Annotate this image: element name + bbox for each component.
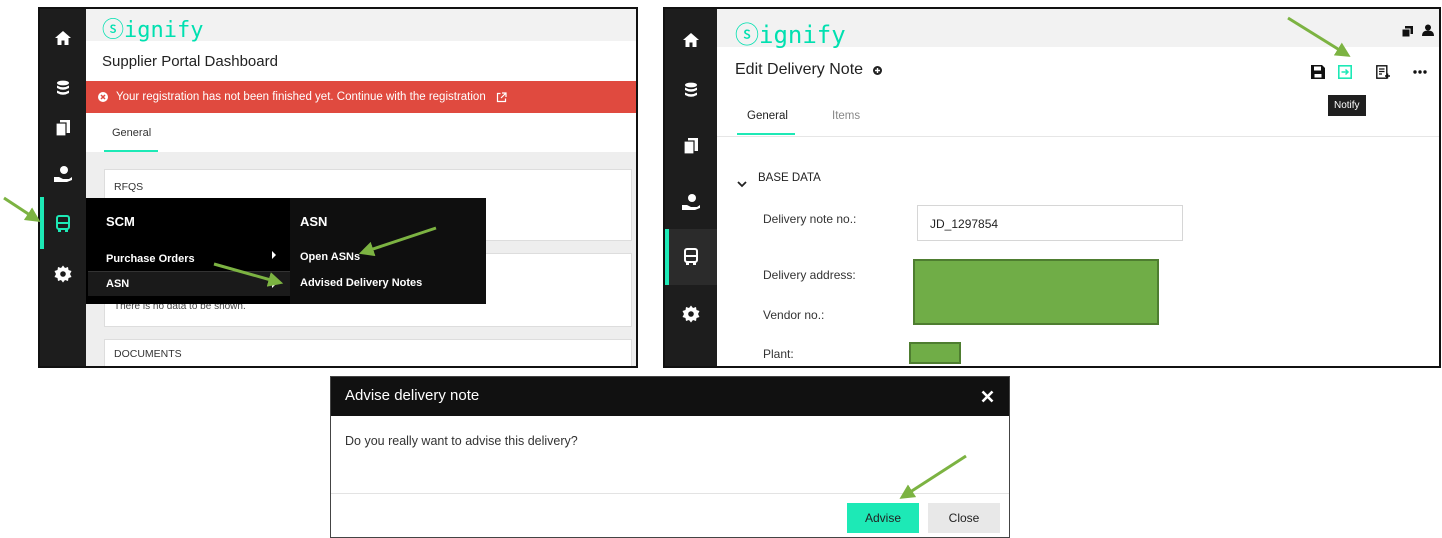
documents-icon[interactable]: [40, 115, 86, 141]
support-hand-icon[interactable]: [40, 161, 86, 187]
menu-item-asn[interactable]: ASN: [88, 271, 290, 296]
delivery-address-label: Delivery address:: [763, 268, 856, 282]
plant-label: Plant:: [763, 347, 794, 361]
vendor-no-label: Vendor no.:: [763, 308, 825, 322]
document-edit-icon[interactable]: [1374, 63, 1392, 81]
dashboard-screenshot: ⓢignify Supplier Portal Dashboard Your r…: [38, 7, 638, 368]
close-icon[interactable]: [981, 390, 994, 408]
edit-delivery-note-screenshot: ⓢignify Edit Delivery Note Notify Genera…: [663, 7, 1441, 368]
close-button[interactable]: Close: [928, 503, 1000, 533]
submenu-item-open-asns[interactable]: Open ASNs: [300, 251, 360, 263]
home-icon[interactable]: [665, 27, 717, 53]
documents-icon[interactable]: [665, 133, 717, 159]
delivery-note-value: JD_1297854: [930, 217, 999, 231]
collapse-section-icon[interactable]: [737, 175, 747, 193]
menu-item-label: Purchase Orders: [106, 253, 195, 265]
truck-icon[interactable]: [665, 244, 717, 270]
save-icon[interactable]: [1309, 63, 1327, 81]
signify-logo: ⓢignify: [102, 18, 204, 43]
settings-gear-icon[interactable]: [665, 301, 717, 327]
nav-rail: [40, 9, 86, 366]
menu-item-purchase-orders[interactable]: Purchase Orders: [106, 249, 276, 265]
notify-button[interactable]: [1336, 63, 1354, 81]
page-title-text: Edit Delivery Note: [735, 61, 864, 78]
notify-icon: [1338, 65, 1352, 79]
redacted-plant-block: [909, 342, 961, 364]
add-circle-icon[interactable]: [873, 65, 883, 75]
arrow-to-scm-icon: [3, 196, 41, 222]
documents-card-title: DOCUMENTS: [114, 348, 182, 360]
tab-items[interactable]: Items: [832, 110, 860, 122]
user-icon[interactable]: [1422, 23, 1434, 36]
truck-icon[interactable]: [40, 211, 86, 237]
documents-card: [104, 339, 632, 366]
redacted-address-block: [913, 259, 1159, 325]
tab-active-underline: [737, 133, 795, 135]
delivery-note-field[interactable]: JD_1297854: [917, 205, 1183, 241]
home-icon[interactable]: [40, 25, 86, 51]
settings-gear-icon[interactable]: [40, 261, 86, 287]
dialog-title: Advise delivery note: [345, 387, 480, 404]
page-title: Edit Delivery Note: [735, 61, 883, 79]
signify-logo: ⓢignify: [735, 21, 846, 49]
external-link-icon[interactable]: [496, 91, 507, 103]
more-menu-icon[interactable]: [1409, 63, 1431, 81]
error-icon: [98, 92, 108, 102]
tab-divider: [717, 136, 1439, 137]
submenu-item-advised-delivery-notes[interactable]: Advised Delivery Notes: [300, 277, 422, 289]
submenu-arrow-icon: [272, 280, 276, 288]
advise-dialog-screenshot: Advise delivery note Do you really want …: [330, 376, 1010, 538]
asn-submenu-heading: ASN: [300, 214, 328, 229]
tab-general[interactable]: General: [747, 110, 788, 122]
windows-icon[interactable]: [1401, 24, 1413, 38]
alert-text: Your registration has not been finished …: [116, 91, 486, 103]
tab-general[interactable]: General: [112, 127, 151, 139]
dialog-message: Do you really want to advise this delive…: [345, 434, 578, 448]
database-icon[interactable]: [40, 75, 86, 101]
scm-menu-heading: SCM: [106, 214, 135, 229]
submenu-arrow-icon: [272, 251, 276, 259]
section-base-data: BASE DATA: [758, 172, 821, 184]
rfqs-card-title: RFQS: [114, 181, 144, 193]
registration-alert[interactable]: Your registration has not been finished …: [86, 81, 636, 113]
dialog-footer-divider: [331, 493, 1009, 494]
database-icon[interactable]: [665, 77, 717, 103]
notify-tooltip: Notify: [1328, 95, 1366, 116]
advise-button[interactable]: Advise: [847, 503, 919, 533]
page-title: Supplier Portal Dashboard: [102, 53, 278, 70]
delivery-note-label: Delivery note no.:: [763, 212, 857, 226]
menu-item-label: ASN: [106, 278, 130, 290]
support-hand-icon[interactable]: [665, 189, 717, 215]
